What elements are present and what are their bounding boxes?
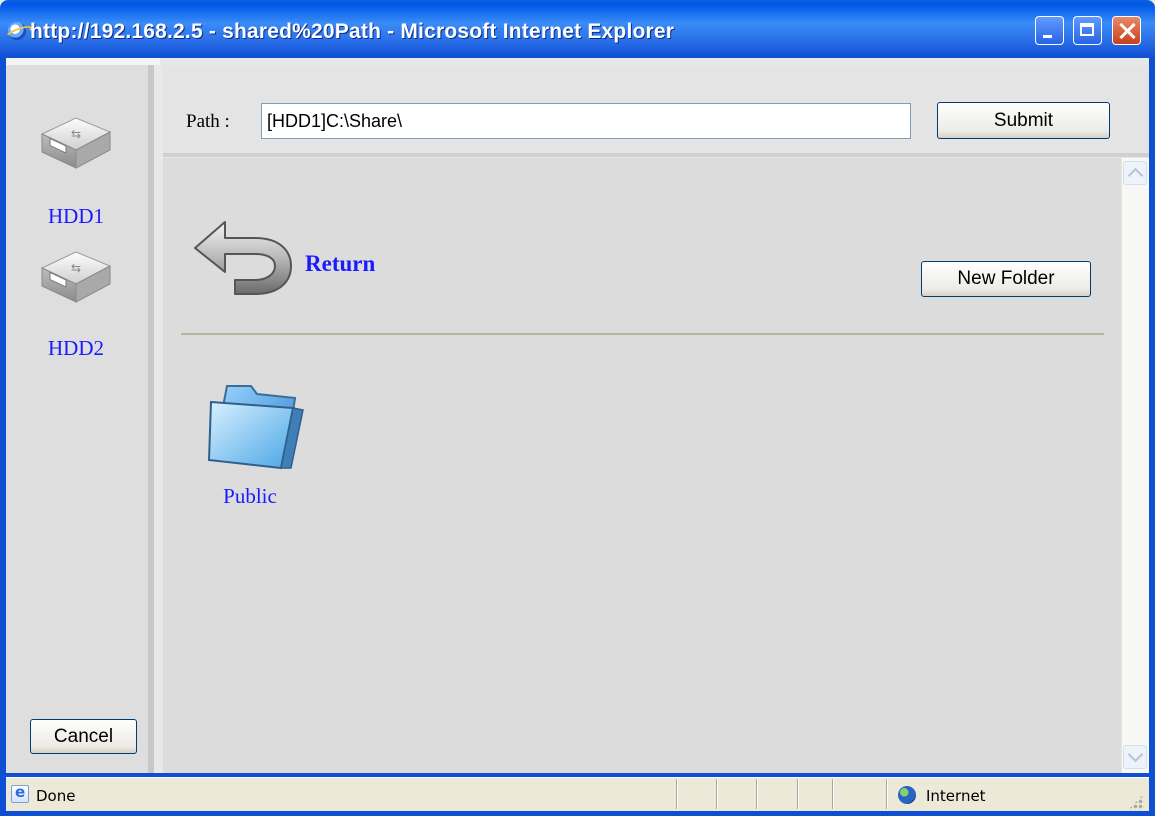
status-divider [676,779,678,809]
minimize-icon[interactable] [1035,16,1064,45]
scroll-up-icon[interactable] [1123,161,1147,185]
vertical-scrollbar[interactable] [1121,158,1149,773]
close-icon[interactable] [1112,16,1141,45]
maximize-icon[interactable] [1073,16,1102,45]
globe-icon [898,786,916,804]
usb-drive-icon: ⇆ [40,117,112,169]
drive-label-hdd2[interactable]: HDD2 [36,336,116,361]
return-link[interactable]: Return [305,251,375,277]
return-arrow-icon[interactable] [193,218,293,296]
drive-label-hdd1[interactable]: HDD1 [36,204,116,229]
cancel-button[interactable]: Cancel [30,719,137,754]
status-divider [886,779,888,809]
status-divider [832,779,834,809]
path-input[interactable] [261,103,911,139]
page-icon [11,783,29,803]
ie-icon [8,22,26,40]
status-text: Done [36,787,76,805]
window-title: http://192.168.2.5 - shared%20Path - Mic… [30,20,675,43]
status-divider [756,779,758,809]
folder-icon[interactable] [207,380,305,470]
status-divider [797,779,799,809]
folder-label-public[interactable]: Public [200,484,300,509]
security-zone-text: Internet [926,787,986,805]
scroll-down-icon[interactable] [1123,745,1147,769]
title-bar: http://192.168.2.5 - shared%20Path - Mic… [0,0,1155,58]
svg-text:⇆: ⇆ [71,261,81,275]
content-divider [181,333,1104,335]
sidebar-top-edge [6,58,160,65]
new-folder-button[interactable]: New Folder [921,261,1091,297]
path-label: Path : [186,111,230,132]
svg-text:⇆: ⇆ [71,127,81,141]
status-divider [716,779,718,809]
submit-button[interactable]: Submit [937,102,1110,139]
usb-drive-icon: ⇆ [40,251,112,303]
